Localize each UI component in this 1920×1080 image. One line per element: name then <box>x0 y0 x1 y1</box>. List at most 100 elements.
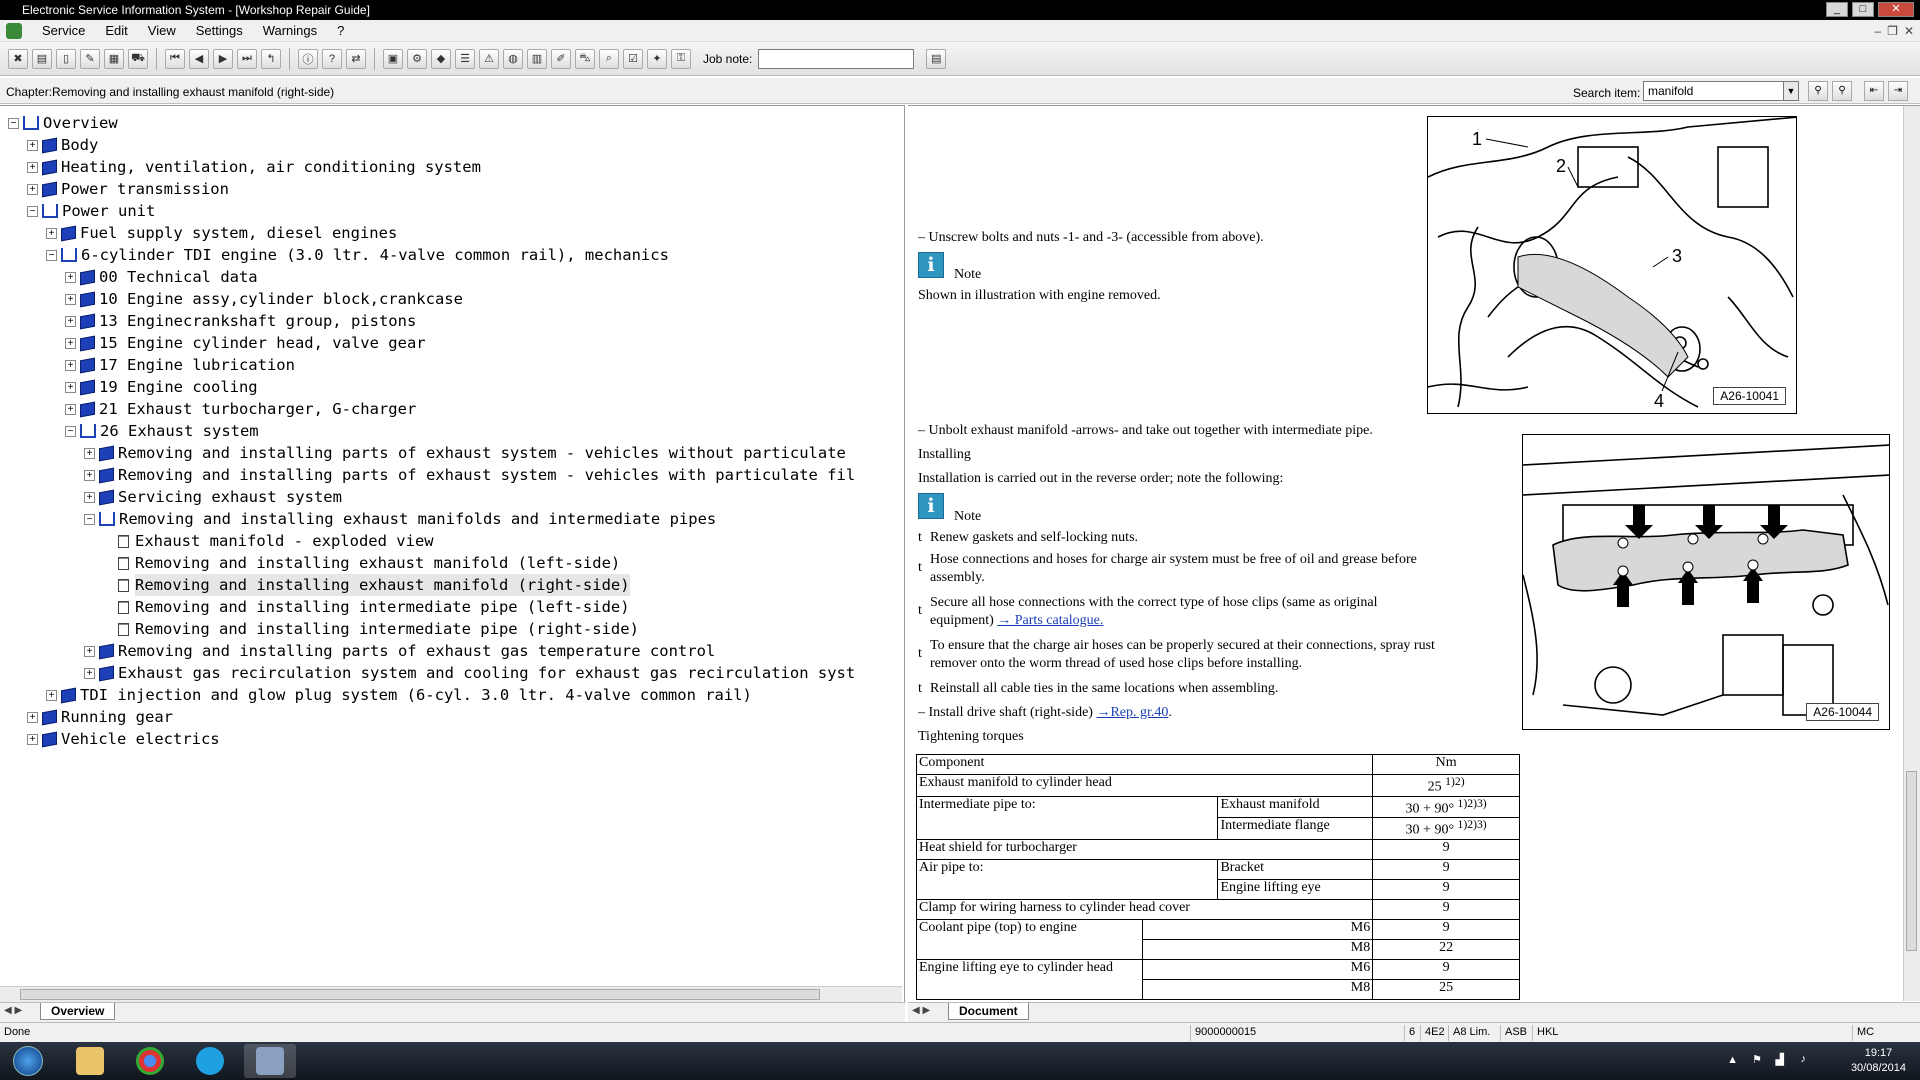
back-icon[interactable]: ↰ <box>261 48 281 69</box>
tree-item[interactable]: + Body <box>27 134 98 156</box>
expand-icon[interactable]: + <box>65 403 76 415</box>
tree-item[interactable]: − Power unit <box>27 200 155 222</box>
vehicle-data-icon[interactable]: ▦ <box>104 48 124 69</box>
tree-item[interactable]: − 26 Exhaust system <box>65 420 259 442</box>
warning-icon[interactable]: ⚠ <box>479 48 499 69</box>
globe-icon[interactable]: ◍ <box>503 48 523 69</box>
menu-edit[interactable]: Edit <box>95 23 137 38</box>
checklist-icon[interactable]: ☑ <box>623 48 643 69</box>
skype-taskbar-icon[interactable] <box>184 1044 236 1078</box>
expand-icon[interactable]: + <box>84 667 95 679</box>
tree-item[interactable]: + Power transmission <box>27 178 229 200</box>
chrome-taskbar-icon[interactable] <box>124 1044 176 1078</box>
tree-item[interactable]: +19 Engine cooling <box>65 376 258 398</box>
next-page-icon[interactable]: ▶ <box>213 48 233 69</box>
search-input[interactable]: manifold ▼ <box>1643 81 1799 101</box>
bookmark-icon[interactable]: ◆ <box>431 48 451 69</box>
parts-catalogue-link[interactable]: → Parts catalogue. <box>997 613 1103 628</box>
tree-item[interactable]: +13 Enginecrankshaft group, pistons <box>65 310 416 332</box>
tree-item[interactable]: + Vehicle electrics <box>27 728 220 750</box>
tree-item[interactable]: + Running gear <box>27 706 173 728</box>
job-note-edit-icon[interactable]: ▤ <box>926 48 947 69</box>
menu-warnings[interactable]: Warnings <box>253 23 327 38</box>
expand-icon[interactable]: + <box>27 711 38 723</box>
tools-icon[interactable]: ⚙ <box>407 48 427 69</box>
elsa-taskbar-icon[interactable] <box>244 1044 296 1078</box>
expand-icon[interactable]: + <box>84 469 95 481</box>
edit-document-icon[interactable]: ✎ <box>80 48 100 69</box>
collapse-icon[interactable]: − <box>84 513 95 525</box>
tab-prev-icon[interactable]: ◀ ▶ <box>4 1005 22 1016</box>
expand-icon[interactable]: + <box>65 271 76 283</box>
doc-restore-button[interactable]: ❐ <box>1887 24 1898 38</box>
tree-item[interactable]: +00 Technical data <box>65 266 258 288</box>
search-icon[interactable]: ⚲ <box>1808 81 1828 101</box>
expand-icon[interactable]: + <box>27 139 38 151</box>
search-advanced-icon[interactable]: ⚲ <box>1832 81 1852 101</box>
tab-overview[interactable]: Overview <box>40 1003 116 1020</box>
tree-item[interactable]: − Overview <box>8 112 118 134</box>
vehicle-icon[interactable]: ⛟ <box>128 48 148 69</box>
tree-item[interactable]: +17 Engine lubrication <box>65 354 295 376</box>
network-icon[interactable]: ▟ <box>1776 1053 1784 1066</box>
flag-icon[interactable]: ⚑ <box>1752 1053 1762 1066</box>
expand-icon[interactable]: + <box>84 491 95 503</box>
tree-item[interactable]: + Servicing exhaust system <box>84 486 342 508</box>
tree-item[interactable]: + Removing and installing parts of exhaus… <box>84 464 855 486</box>
show-hidden-icons-icon[interactable]: ▲ <box>1727 1054 1738 1066</box>
vertical-scrollbar[interactable] <box>1903 106 1920 1001</box>
tree-item[interactable]: + Exhaust gas recirculation system and co… <box>84 662 855 684</box>
menu-view[interactable]: View <box>138 23 186 38</box>
search-dropdown-icon[interactable]: ▼ <box>1783 81 1799 101</box>
switch-icon[interactable]: ⇄ <box>346 48 366 69</box>
tree-item[interactable]: + Removing and installing parts of exhaus… <box>84 640 715 662</box>
minimize-button[interactable]: _ <box>1826 2 1848 17</box>
exit-icon[interactable]: ✖ <box>8 48 28 69</box>
list-icon[interactable]: ☰ <box>455 48 475 69</box>
doc-minimize-button[interactable]: – <box>1874 24 1881 38</box>
menu-help[interactable]: ? <box>327 23 354 38</box>
diagnostics-icon[interactable]: ✦ <box>647 48 667 69</box>
scrollbar-thumb[interactable] <box>1906 771 1917 951</box>
tree-item[interactable]: + TDI injection and glow plug system (6-c… <box>46 684 752 706</box>
expand-icon[interactable]: + <box>65 293 76 305</box>
pen-icon[interactable]: ✐ <box>551 48 571 69</box>
rep-gr-40-link[interactable]: →Rep. gr.40 <box>1096 705 1168 720</box>
menu-settings[interactable]: Settings <box>186 23 253 38</box>
tree-item[interactable]: +15 Engine cylinder head, valve gear <box>65 332 426 354</box>
expand-icon[interactable]: + <box>46 227 57 239</box>
expand-icon[interactable]: + <box>65 315 76 327</box>
maximize-button[interactable]: □ <box>1852 2 1874 17</box>
module-icon[interactable]: ▣ <box>383 48 403 69</box>
collapse-icon[interactable]: − <box>46 249 57 261</box>
explorer-taskbar-icon[interactable] <box>64 1044 116 1078</box>
tree-item[interactable]: + Fuel supply system, diesel engines <box>46 222 397 244</box>
expand-icon[interactable]: + <box>27 161 38 173</box>
previous-page-icon[interactable]: ◀ <box>189 48 209 69</box>
container-icon[interactable]: ▥ <box>527 48 547 69</box>
new-document-icon[interactable]: ▯ <box>56 48 76 69</box>
collapse-icon[interactable]: − <box>8 117 19 129</box>
tree-item[interactable]: Exhaust manifold - exploded view <box>103 530 434 552</box>
expand-icon[interactable]: + <box>46 689 57 701</box>
print-icon[interactable]: ▤ <box>32 48 52 69</box>
expand-icon[interactable]: + <box>65 337 76 349</box>
scrollbar-thumb[interactable] <box>20 989 820 1000</box>
collapse-icon[interactable]: − <box>65 425 76 437</box>
tree-item[interactable]: Removing and installing intermediate pip… <box>103 618 639 640</box>
job-note-input[interactable] <box>758 48 915 69</box>
expand-icon[interactable]: + <box>84 645 95 657</box>
tree-item[interactable]: + Heating, ventilation, air conditioning … <box>27 156 481 178</box>
collapse-icon[interactable]: − <box>27 205 38 217</box>
tree-item[interactable]: − Removing and installing exhaust manifol… <box>84 508 716 530</box>
expand-icon[interactable]: + <box>27 733 38 745</box>
tab-document[interactable]: Document <box>948 1003 1029 1020</box>
menu-service[interactable]: Service <box>32 23 95 38</box>
expand-icon[interactable]: + <box>65 359 76 371</box>
car-icon[interactable]: ⛍ <box>575 48 595 69</box>
tree-item[interactable]: Removing and installing exhaust manifold… <box>103 552 620 574</box>
clock[interactable]: 19:17 30/08/2014 <box>1851 1046 1906 1076</box>
doc-close-button[interactable]: ✕ <box>1904 24 1914 38</box>
expand-icon[interactable]: + <box>84 447 95 459</box>
tree-item[interactable]: +21 Exhaust turbocharger, G-charger <box>65 398 416 420</box>
